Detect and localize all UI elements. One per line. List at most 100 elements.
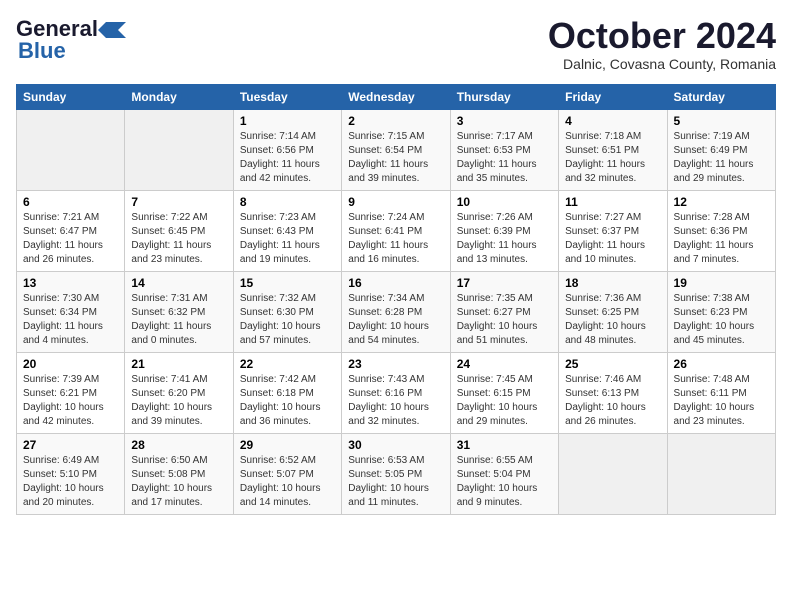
- day-number: 10: [457, 195, 552, 209]
- day-number: 29: [240, 438, 335, 452]
- col-header-saturday: Saturday: [667, 84, 775, 109]
- day-info: Sunrise: 7:22 AM Sunset: 6:45 PM Dayligh…: [131, 211, 226, 267]
- header-row: SundayMondayTuesdayWednesdayThursdayFrid…: [17, 84, 776, 109]
- day-cell: 10 Sunrise: 7:26 AM Sunset: 6:39 PM Dayli…: [450, 190, 558, 271]
- day-number: 28: [131, 438, 226, 452]
- col-header-tuesday: Tuesday: [233, 84, 341, 109]
- day-cell: 28 Sunrise: 6:50 AM Sunset: 5:08 PM Dayli…: [125, 433, 233, 514]
- day-cell: 9Sunrise: 7:24 AM Sunset: 6:41 PM Daylig…: [342, 190, 450, 271]
- day-info: Sunrise: 6:49 AM Sunset: 5:10 PM Dayligh…: [23, 454, 118, 510]
- day-info: Sunrise: 7:34 AM Sunset: 6:28 PM Dayligh…: [348, 292, 443, 348]
- day-number: 27: [23, 438, 118, 452]
- title-section: October 2024 Dalnic, Covasna County, Rom…: [548, 16, 776, 72]
- day-info: Sunrise: 7:35 AM Sunset: 6:27 PM Dayligh…: [457, 292, 552, 348]
- day-info: Sunrise: 7:17 AM Sunset: 6:53 PM Dayligh…: [457, 130, 552, 186]
- day-number: 31: [457, 438, 552, 452]
- day-info: Sunrise: 7:32 AM Sunset: 6:30 PM Dayligh…: [240, 292, 335, 348]
- day-cell: 15 Sunrise: 7:32 AM Sunset: 6:30 PM Dayli…: [233, 271, 341, 352]
- day-info: Sunrise: 7:39 AM Sunset: 6:21 PM Dayligh…: [23, 373, 118, 429]
- day-cell: 7Sunrise: 7:22 AM Sunset: 6:45 PM Daylig…: [125, 190, 233, 271]
- day-info: Sunrise: 7:24 AM Sunset: 6:41 PM Dayligh…: [348, 211, 443, 267]
- day-cell: 18 Sunrise: 7:36 AM Sunset: 6:25 PM Dayli…: [559, 271, 667, 352]
- day-number: 4: [565, 114, 660, 128]
- day-number: 25: [565, 357, 660, 371]
- day-number: 19: [674, 276, 769, 290]
- day-cell: 23Sunrise: 7:43 AM Sunset: 6:16 PM Dayli…: [342, 352, 450, 433]
- week-row-5: 27 Sunrise: 6:49 AM Sunset: 5:10 PM Dayli…: [17, 433, 776, 514]
- col-header-thursday: Thursday: [450, 84, 558, 109]
- week-row-4: 20 Sunrise: 7:39 AM Sunset: 6:21 PM Dayli…: [17, 352, 776, 433]
- logo-icon: [98, 20, 126, 38]
- day-cell: 24 Sunrise: 7:45 AM Sunset: 6:15 PM Dayli…: [450, 352, 558, 433]
- day-info: Sunrise: 7:38 AM Sunset: 6:23 PM Dayligh…: [674, 292, 769, 348]
- day-info: Sunrise: 7:43 AM Sunset: 6:16 PM Dayligh…: [348, 373, 443, 429]
- day-info: Sunrise: 7:46 AM Sunset: 6:13 PM Dayligh…: [565, 373, 660, 429]
- day-number: 21: [131, 357, 226, 371]
- day-number: 2: [348, 114, 443, 128]
- day-number: 18: [565, 276, 660, 290]
- day-number: 12: [674, 195, 769, 209]
- day-info: Sunrise: 7:28 AM Sunset: 6:36 PM Dayligh…: [674, 211, 769, 267]
- day-number: 15: [240, 276, 335, 290]
- day-info: Sunrise: 7:41 AM Sunset: 6:20 PM Dayligh…: [131, 373, 226, 429]
- week-row-2: 6Sunrise: 7:21 AM Sunset: 6:47 PM Daylig…: [17, 190, 776, 271]
- day-cell: 19 Sunrise: 7:38 AM Sunset: 6:23 PM Dayli…: [667, 271, 775, 352]
- day-cell: 25 Sunrise: 7:46 AM Sunset: 6:13 PM Dayli…: [559, 352, 667, 433]
- day-cell: 5 Sunrise: 7:19 AM Sunset: 6:49 PM Daylig…: [667, 109, 775, 190]
- day-info: Sunrise: 7:30 AM Sunset: 6:34 PM Dayligh…: [23, 292, 118, 348]
- day-cell: 31 Sunrise: 6:55 AM Sunset: 5:04 PM Dayli…: [450, 433, 558, 514]
- day-cell: 29Sunrise: 6:52 AM Sunset: 5:07 PM Dayli…: [233, 433, 341, 514]
- day-cell: 14 Sunrise: 7:31 AM Sunset: 6:32 PM Dayli…: [125, 271, 233, 352]
- day-cell: 6Sunrise: 7:21 AM Sunset: 6:47 PM Daylig…: [17, 190, 125, 271]
- day-cell: 3 Sunrise: 7:17 AM Sunset: 6:53 PM Daylig…: [450, 109, 558, 190]
- day-number: 26: [674, 357, 769, 371]
- day-info: Sunrise: 7:31 AM Sunset: 6:32 PM Dayligh…: [131, 292, 226, 348]
- day-cell: 30Sunrise: 6:53 AM Sunset: 5:05 PM Dayli…: [342, 433, 450, 514]
- day-info: Sunrise: 7:45 AM Sunset: 6:15 PM Dayligh…: [457, 373, 552, 429]
- day-cell: 4Sunrise: 7:18 AM Sunset: 6:51 PM Daylig…: [559, 109, 667, 190]
- logo-blue: Blue: [16, 38, 66, 64]
- col-header-monday: Monday: [125, 84, 233, 109]
- month-title: October 2024: [548, 16, 776, 56]
- logo: General Blue: [16, 16, 126, 64]
- day-cell: 1Sunrise: 7:14 AM Sunset: 6:56 PM Daylig…: [233, 109, 341, 190]
- day-number: 14: [131, 276, 226, 290]
- day-info: Sunrise: 7:48 AM Sunset: 6:11 PM Dayligh…: [674, 373, 769, 429]
- day-cell: 13 Sunrise: 7:30 AM Sunset: 6:34 PM Dayli…: [17, 271, 125, 352]
- day-info: Sunrise: 7:15 AM Sunset: 6:54 PM Dayligh…: [348, 130, 443, 186]
- day-cell: [125, 109, 233, 190]
- day-cell: 26 Sunrise: 7:48 AM Sunset: 6:11 PM Dayli…: [667, 352, 775, 433]
- day-info: Sunrise: 7:21 AM Sunset: 6:47 PM Dayligh…: [23, 211, 118, 267]
- day-cell: 16Sunrise: 7:34 AM Sunset: 6:28 PM Dayli…: [342, 271, 450, 352]
- day-number: 17: [457, 276, 552, 290]
- week-row-3: 13 Sunrise: 7:30 AM Sunset: 6:34 PM Dayli…: [17, 271, 776, 352]
- day-cell: 11 Sunrise: 7:27 AM Sunset: 6:37 PM Dayli…: [559, 190, 667, 271]
- day-number: 30: [348, 438, 443, 452]
- day-cell: 20 Sunrise: 7:39 AM Sunset: 6:21 PM Dayli…: [17, 352, 125, 433]
- day-cell: 12 Sunrise: 7:28 AM Sunset: 6:36 PM Dayli…: [667, 190, 775, 271]
- day-info: Sunrise: 7:23 AM Sunset: 6:43 PM Dayligh…: [240, 211, 335, 267]
- day-number: 3: [457, 114, 552, 128]
- day-info: Sunrise: 7:19 AM Sunset: 6:49 PM Dayligh…: [674, 130, 769, 186]
- day-number: 24: [457, 357, 552, 371]
- day-number: 5: [674, 114, 769, 128]
- day-number: 11: [565, 195, 660, 209]
- calendar-table: SundayMondayTuesdayWednesdayThursdayFrid…: [16, 84, 776, 515]
- day-info: Sunrise: 7:27 AM Sunset: 6:37 PM Dayligh…: [565, 211, 660, 267]
- day-number: 20: [23, 357, 118, 371]
- day-info: Sunrise: 6:50 AM Sunset: 5:08 PM Dayligh…: [131, 454, 226, 510]
- day-cell: 22 Sunrise: 7:42 AM Sunset: 6:18 PM Dayli…: [233, 352, 341, 433]
- day-info: Sunrise: 7:26 AM Sunset: 6:39 PM Dayligh…: [457, 211, 552, 267]
- day-cell: 8Sunrise: 7:23 AM Sunset: 6:43 PM Daylig…: [233, 190, 341, 271]
- day-info: Sunrise: 7:42 AM Sunset: 6:18 PM Dayligh…: [240, 373, 335, 429]
- day-number: 22: [240, 357, 335, 371]
- day-info: Sunrise: 7:36 AM Sunset: 6:25 PM Dayligh…: [565, 292, 660, 348]
- col-header-wednesday: Wednesday: [342, 84, 450, 109]
- day-number: 1: [240, 114, 335, 128]
- day-info: Sunrise: 6:55 AM Sunset: 5:04 PM Dayligh…: [457, 454, 552, 510]
- day-cell: [17, 109, 125, 190]
- week-row-1: 1Sunrise: 7:14 AM Sunset: 6:56 PM Daylig…: [17, 109, 776, 190]
- location-subtitle: Dalnic, Covasna County, Romania: [548, 56, 776, 72]
- day-cell: 2 Sunrise: 7:15 AM Sunset: 6:54 PM Daylig…: [342, 109, 450, 190]
- day-number: 13: [23, 276, 118, 290]
